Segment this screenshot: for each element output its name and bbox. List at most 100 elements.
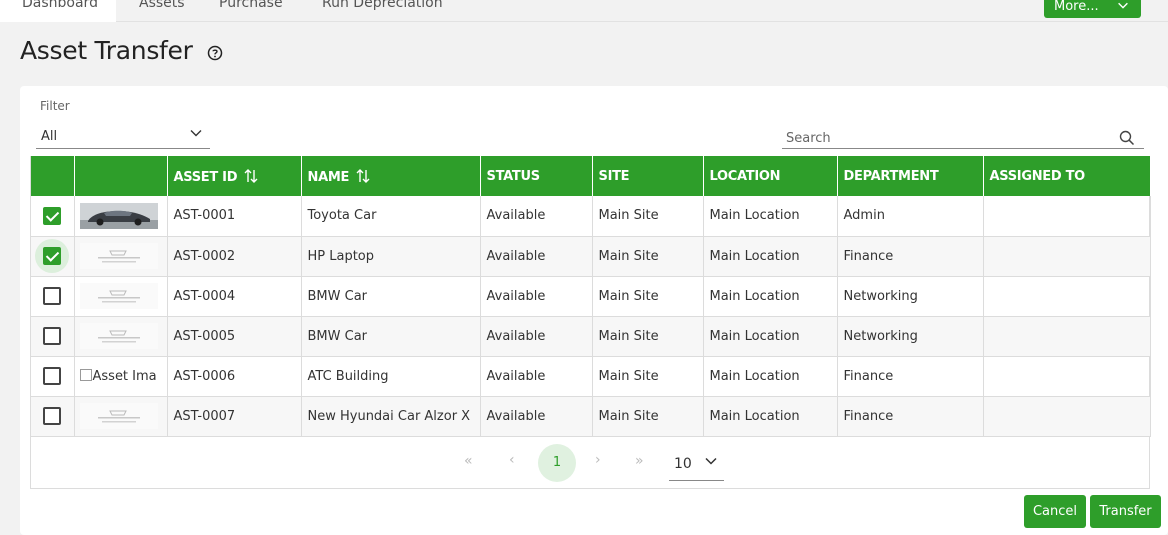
chevron-down-icon xyxy=(1118,2,1128,9)
page-size-select[interactable]: 10 xyxy=(669,449,724,481)
asset-id-cell: AST-0004 xyxy=(167,276,302,317)
location-cell: Main Location xyxy=(703,396,838,437)
header-image xyxy=(74,156,168,196)
header-assigned-to: ASSIGNED TO xyxy=(983,156,1151,196)
row-checkbox[interactable] xyxy=(43,367,62,385)
last-page-button[interactable]: » xyxy=(635,453,644,469)
assigned-to-cell xyxy=(983,196,1151,237)
tab-run-depreciation[interactable]: Run Depreciation xyxy=(322,0,443,11)
header-name[interactable]: NAME xyxy=(301,156,481,196)
select-cell xyxy=(31,396,75,437)
row-checkbox[interactable] xyxy=(43,407,62,425)
transfer-button[interactable]: Transfer xyxy=(1090,495,1161,528)
asset-id-cell: AST-0007 xyxy=(167,396,302,437)
image-cell xyxy=(74,196,168,237)
header-label: NAME xyxy=(307,169,350,185)
asset-id-cell: AST-0005 xyxy=(167,316,302,357)
asset-id-cell: AST-0006 xyxy=(167,356,302,397)
header-label: ASSET ID xyxy=(173,169,238,185)
cancel-button[interactable]: Cancel xyxy=(1024,495,1086,528)
search-box[interactable] xyxy=(782,128,1144,149)
status-cell: Available xyxy=(480,196,593,237)
row-checkbox[interactable] xyxy=(43,247,62,265)
asset-thumbnail xyxy=(79,202,158,229)
location-cell: Main Location xyxy=(703,236,838,277)
table-row[interactable]: AST-0004 BMW Car Available Main Site Main Lo… xyxy=(31,276,1151,317)
department-cell: Finance xyxy=(837,356,984,397)
tab-dashboard[interactable]: Dashboard xyxy=(0,0,116,22)
prev-page-button[interactable]: ‹ xyxy=(509,452,515,468)
site-cell: Main Site xyxy=(592,356,704,397)
search-input[interactable] xyxy=(786,130,1106,146)
image-cell xyxy=(74,396,168,437)
asset-table: ASSET ID NAME STATUS SITE LOCATION DEPAR… xyxy=(31,156,1151,437)
table-row[interactable]: AST-0001 Toyota Car Available Main Site Main… xyxy=(31,196,1151,237)
select-cell xyxy=(31,316,75,357)
row-checkbox[interactable] xyxy=(43,327,62,345)
tab-purchase[interactable]: Purchase xyxy=(219,0,283,11)
department-cell: Finance xyxy=(837,396,984,437)
pagination: « ‹ 1 › » 10 xyxy=(30,437,1150,489)
sort-icon[interactable] xyxy=(355,168,371,184)
status-cell: Available xyxy=(480,276,593,317)
asset-thumbnail xyxy=(79,243,158,269)
row-checkbox[interactable] xyxy=(43,287,62,305)
table-header-row: ASSET ID NAME STATUS SITE LOCATION DEPAR… xyxy=(31,156,1151,196)
status-cell: Available xyxy=(480,396,593,437)
location-cell: Main Location xyxy=(703,316,838,357)
more-button[interactable]: More... xyxy=(1044,0,1141,18)
page-1-button[interactable]: 1 xyxy=(538,444,576,482)
select-cell xyxy=(31,276,75,317)
asset-id-cell: AST-0002 xyxy=(167,236,302,277)
name-cell: Toyota Car xyxy=(301,196,481,237)
image-cell xyxy=(74,276,168,317)
first-page-button[interactable]: « xyxy=(464,453,473,469)
table-row[interactable]: Asset Ima AST-0006 ATC Building Available Ma… xyxy=(31,356,1151,397)
status-cell: Available xyxy=(480,236,593,277)
department-cell: Networking xyxy=(837,316,984,357)
department-cell: Networking xyxy=(837,276,984,317)
row-checkbox[interactable] xyxy=(43,206,62,225)
name-cell: New Hyundai Car Alzor X xyxy=(301,396,481,437)
table-row[interactable]: AST-0005 BMW Car Available Main Site Main Lo… xyxy=(31,316,1151,357)
site-cell: Main Site xyxy=(592,316,704,357)
broken-image-icon xyxy=(79,368,92,381)
top-nav: Dashboard Assets Purchase Run Depreciati… xyxy=(0,0,1168,22)
header-asset-id[interactable]: ASSET ID xyxy=(167,156,302,196)
name-cell: BMW Car xyxy=(301,316,481,357)
filter-label: Filter xyxy=(40,99,70,113)
table-row[interactable]: AST-0007 New Hyundai Car Alzor X Available… xyxy=(31,396,1151,437)
name-cell: ATC Building xyxy=(301,356,481,397)
checkbox-focus-ring xyxy=(35,239,70,273)
site-cell: Main Site xyxy=(592,396,704,437)
asset-thumbnail xyxy=(79,283,158,309)
filter-value: All xyxy=(41,129,58,144)
name-cell: BMW Car xyxy=(301,276,481,317)
department-cell: Finance xyxy=(837,236,984,277)
image-cell xyxy=(74,316,168,357)
next-page-button[interactable]: › xyxy=(595,452,601,468)
table-row[interactable]: AST-0002 HP Laptop Available Main Site Main … xyxy=(31,236,1151,277)
image-cell xyxy=(74,236,168,277)
assigned-to-cell xyxy=(983,316,1151,357)
filter-select[interactable]: All xyxy=(36,122,210,149)
department-cell: Admin xyxy=(837,196,984,237)
site-cell: Main Site xyxy=(592,236,704,277)
more-button-label: More... xyxy=(1054,0,1099,14)
assigned-to-cell xyxy=(983,356,1151,397)
site-cell: Main Site xyxy=(592,196,704,237)
chevron-down-icon xyxy=(705,457,717,465)
chevron-down-icon xyxy=(190,130,202,137)
status-cell: Available xyxy=(480,316,593,357)
asset-id-cell: AST-0001 xyxy=(167,196,302,237)
select-cell xyxy=(31,196,75,237)
sort-icon[interactable] xyxy=(243,168,259,184)
assigned-to-cell xyxy=(983,236,1151,277)
help-icon[interactable] xyxy=(207,45,223,61)
page-title: Asset Transfer xyxy=(20,36,193,65)
name-cell: HP Laptop xyxy=(301,236,481,277)
search-icon[interactable] xyxy=(1118,129,1136,147)
status-cell: Available xyxy=(480,356,593,397)
tab-assets[interactable]: Assets xyxy=(139,0,185,11)
image-cell: Asset Ima xyxy=(74,356,168,397)
